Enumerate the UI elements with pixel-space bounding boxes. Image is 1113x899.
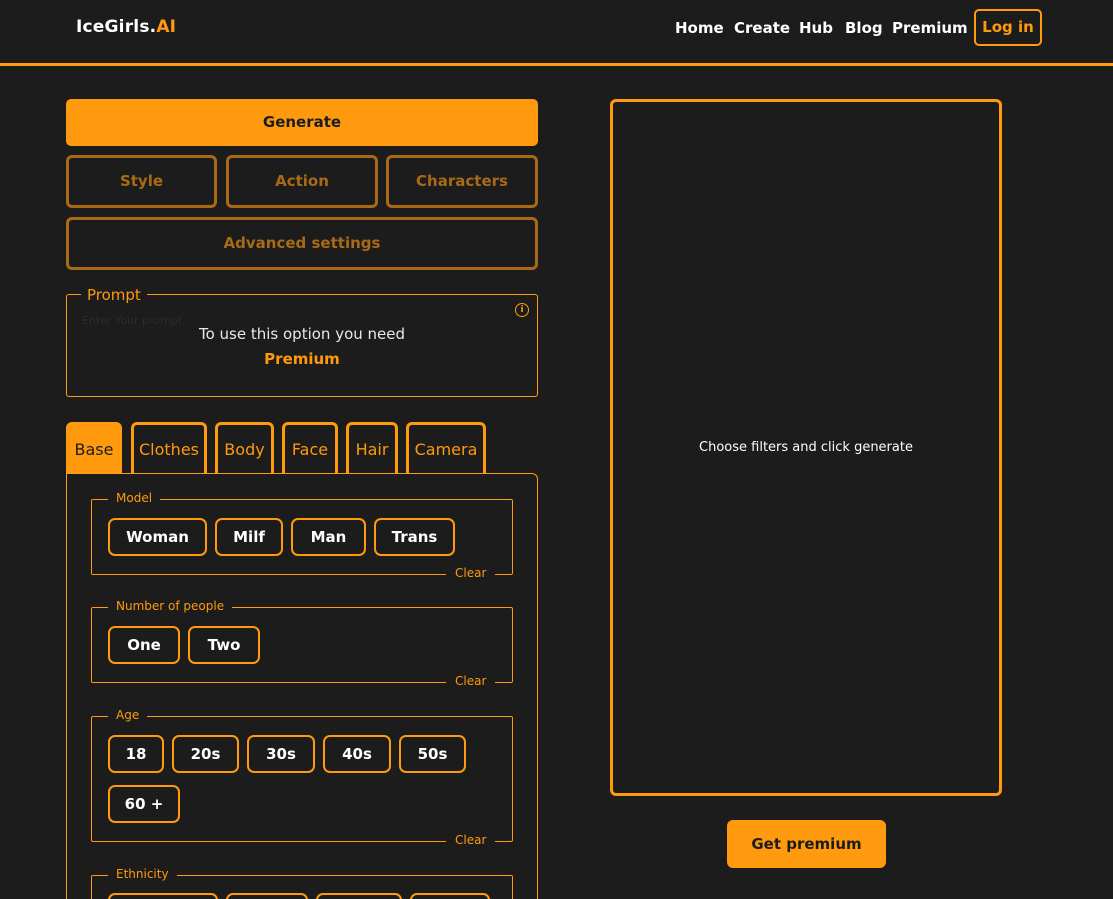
page: IceGirls.AI Home Create Hub Blog Premium…	[0, 0, 1113, 899]
tab-face[interactable]: Face	[282, 422, 338, 473]
action-button[interactable]: Action	[226, 155, 378, 208]
top-header: IceGirls.AI Home Create Hub Blog Premium…	[0, 0, 1113, 66]
logo[interactable]: IceGirls.AI	[76, 17, 176, 37]
people-clear-button[interactable]: Clear	[446, 674, 496, 688]
preview-placeholder-text: Choose filters and click generate	[699, 440, 913, 455]
get-premium-button[interactable]: Get premium	[727, 820, 886, 868]
chip-age-18[interactable]: 18	[108, 735, 164, 773]
characters-button[interactable]: Characters	[386, 155, 538, 208]
premium-link[interactable]: Premium	[66, 350, 538, 368]
nav-create[interactable]: Create	[734, 19, 790, 37]
chip-age-60-plus[interactable]: 60 +	[108, 785, 180, 823]
chip-ethnicity-3[interactable]	[316, 893, 402, 899]
chip-milf[interactable]: Milf	[215, 518, 283, 556]
chip-age-30s[interactable]: 30s	[247, 735, 315, 773]
tab-base[interactable]: Base	[66, 422, 122, 473]
logo-accent: AI	[156, 17, 177, 37]
ethnicity-label: Ethnicity	[108, 867, 177, 881]
chip-age-50s[interactable]: 50s	[399, 735, 466, 773]
nav-home[interactable]: Home	[675, 19, 724, 37]
age-clear-button[interactable]: Clear	[446, 833, 496, 847]
generate-button[interactable]: Generate	[66, 99, 538, 146]
advanced-settings-button[interactable]: Advanced settings	[66, 217, 538, 270]
nav-blog[interactable]: Blog	[845, 19, 883, 37]
chip-trans[interactable]: Trans	[374, 518, 455, 556]
chip-ethnicity-4[interactable]	[410, 893, 490, 899]
tab-body[interactable]: Body	[215, 422, 274, 473]
chip-age-20s[interactable]: 20s	[172, 735, 239, 773]
style-button[interactable]: Style	[66, 155, 217, 208]
tab-camera[interactable]: Camera	[406, 422, 486, 473]
login-button[interactable]: Log in	[974, 9, 1042, 46]
chip-ethnicity-1[interactable]	[108, 893, 218, 899]
tab-clothes[interactable]: Clothes	[131, 422, 207, 473]
chip-ethnicity-2[interactable]	[226, 893, 308, 899]
premium-required-message: To use this option you need	[198, 325, 406, 343]
chip-man[interactable]: Man	[291, 518, 366, 556]
model-clear-button[interactable]: Clear	[446, 566, 496, 580]
age-label: Age	[108, 708, 148, 722]
tab-hair[interactable]: Hair	[346, 422, 398, 473]
chip-woman[interactable]: Woman	[108, 518, 207, 556]
prompt-field[interactable]	[66, 294, 538, 397]
info-icon[interactable]: i	[515, 303, 529, 317]
logo-text: IceGirls.	[76, 17, 157, 37]
prompt-label: Prompt	[81, 286, 147, 304]
nav-premium[interactable]: Premium	[892, 19, 968, 37]
chip-two[interactable]: Two	[188, 626, 260, 664]
chip-age-40s[interactable]: 40s	[323, 735, 391, 773]
nav-hub[interactable]: Hub	[799, 19, 833, 37]
model-label: Model	[108, 491, 161, 505]
chip-one[interactable]: One	[108, 626, 180, 664]
people-label: Number of people	[108, 599, 233, 613]
